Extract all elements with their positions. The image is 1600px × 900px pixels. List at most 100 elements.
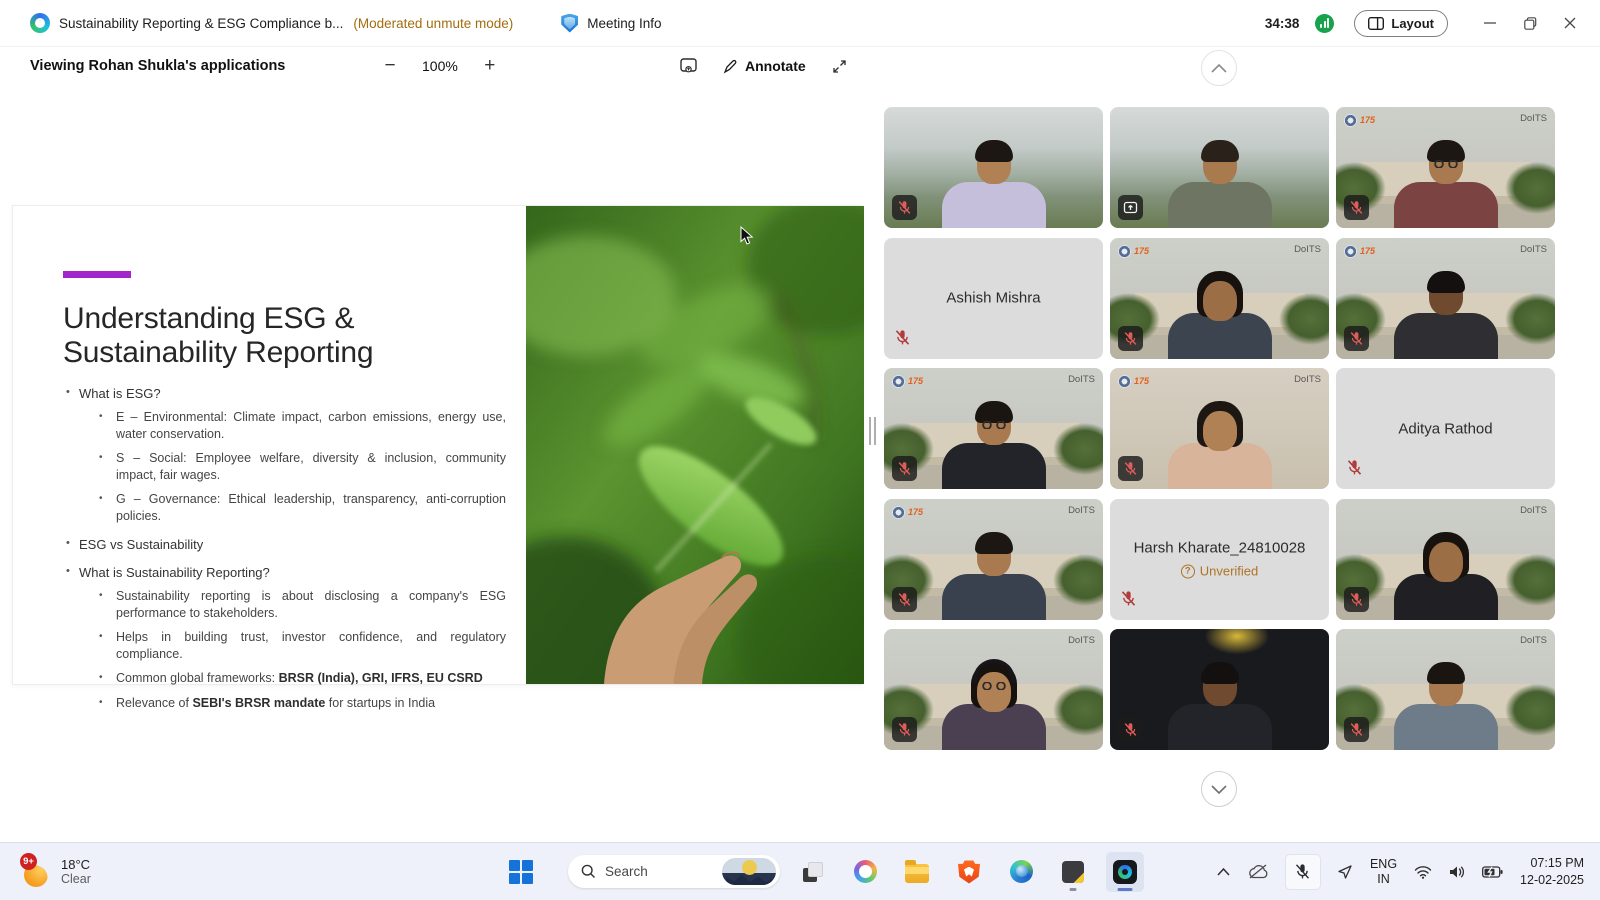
screen-share-indicator xyxy=(1118,195,1143,220)
start-button[interactable] xyxy=(502,852,540,892)
participant-video xyxy=(1381,275,1511,359)
participant-tile[interactable]: Harsh Kharate_24810028?Unverified xyxy=(1110,499,1329,620)
iit-roorkee-logo: 175 xyxy=(892,505,923,520)
windows-taskbar: 9+ 18°C Clear Search xyxy=(0,842,1600,900)
meeting-title: Sustainability Reporting & ESG Complianc… xyxy=(59,16,343,31)
participant-tile[interactable]: DoITS xyxy=(1336,629,1555,750)
language-indicator[interactable]: ENG IN xyxy=(1370,857,1397,887)
zoom-out-button[interactable]: − xyxy=(380,55,400,77)
maximize-restore-button[interactable] xyxy=(1514,8,1546,38)
weather-condition: Clear xyxy=(61,872,91,887)
time: 07:15 PM xyxy=(1520,855,1584,872)
participant-tile[interactable]: Ashish Mishra xyxy=(884,238,1103,359)
slide-bullet: What is ESG? xyxy=(79,386,518,401)
participant-tile[interactable]: Aditya Rathod xyxy=(1336,368,1555,489)
zoom-in-button[interactable]: + xyxy=(480,55,500,77)
participant-tile[interactable] xyxy=(884,107,1103,228)
task-view-icon xyxy=(803,862,823,882)
layout-button[interactable]: Layout xyxy=(1354,10,1448,37)
mic-muted-indicator xyxy=(1118,326,1143,351)
minimize-button[interactable] xyxy=(1474,8,1506,38)
participant-video xyxy=(929,666,1059,750)
notes-app-button[interactable] xyxy=(1054,852,1092,892)
viewing-label: Viewing Rohan Shukla's applications xyxy=(30,58,285,74)
annotate-button[interactable]: Annotate xyxy=(723,58,806,74)
scroll-participants-down-button[interactable] xyxy=(1201,771,1237,807)
iit-roorkee-logo: 175 xyxy=(1118,244,1149,259)
mic-muted-indicator xyxy=(1344,195,1369,220)
close-button[interactable] xyxy=(1554,8,1586,38)
battery-icon[interactable] xyxy=(1482,866,1503,878)
participant-video xyxy=(929,144,1059,228)
volume-icon[interactable] xyxy=(1449,865,1465,879)
share-control-bar: Viewing Rohan Shukla's applications − 10… xyxy=(0,48,1600,84)
doits-watermark: DoITS xyxy=(1068,505,1095,516)
doits-watermark: DoITS xyxy=(1068,374,1095,385)
copilot-icon xyxy=(854,860,877,883)
connection-quality-icon[interactable] xyxy=(1315,14,1334,33)
participant-tile[interactable] xyxy=(1110,107,1329,228)
webex-app-button[interactable] xyxy=(1106,852,1144,892)
participant-tile[interactable]: DoITS xyxy=(884,629,1103,750)
pen-icon xyxy=(723,59,738,74)
onedrive-icon[interactable] xyxy=(1247,864,1269,879)
search-box[interactable]: Search xyxy=(568,855,780,888)
weather-widget[interactable]: 9+ 18°C Clear xyxy=(22,857,202,887)
participant-tile[interactable]: 175DoITS xyxy=(1110,238,1329,359)
question-icon: ? xyxy=(1181,564,1195,578)
weather-temperature: 18°C xyxy=(61,857,91,872)
iit-roorkee-logo: 175 xyxy=(1344,244,1375,259)
wifi-icon[interactable] xyxy=(1414,865,1432,879)
layout-grid-icon xyxy=(1368,17,1384,30)
meeting-info-button[interactable]: Meeting Info xyxy=(587,16,661,31)
slide-bullet: Sustainability reporting is about disclo… xyxy=(116,588,506,621)
iit-roorkee-logo: 175 xyxy=(1344,113,1375,128)
slide-bullet: Helps in building trust, investor confid… xyxy=(116,629,506,662)
mic-muted-indicator xyxy=(1118,717,1143,742)
location-icon[interactable] xyxy=(1337,864,1353,880)
task-view-button[interactable] xyxy=(794,852,832,892)
scroll-participants-up-button[interactable] xyxy=(1201,50,1237,86)
brave-browser-button[interactable] xyxy=(950,852,988,892)
webex-app-icon xyxy=(1113,860,1137,884)
participant-tile[interactable]: 175DoITS xyxy=(1336,238,1555,359)
date: 12-02-2025 xyxy=(1520,872,1584,889)
copilot-button[interactable] xyxy=(846,852,884,892)
slide-title: Understanding ESG & Sustainability Repor… xyxy=(63,302,518,370)
participant-video xyxy=(1381,666,1511,750)
participant-tile[interactable]: DoITS xyxy=(1336,499,1555,620)
participant-name: Ashish Mishra xyxy=(884,290,1103,307)
mic-muted-indicator xyxy=(1344,326,1369,351)
windows-logo-icon xyxy=(509,860,533,884)
slide-bullet: ESG vs Sustainability xyxy=(79,537,518,552)
participant-tile[interactable] xyxy=(1110,629,1329,750)
iit-roorkee-logo: 175 xyxy=(892,374,923,389)
participant-video xyxy=(1381,536,1511,620)
share-view-icon[interactable] xyxy=(680,58,697,74)
tray-show-hidden-icons[interactable] xyxy=(1217,868,1230,876)
clock[interactable]: 07:15 PM 12-02-2025 xyxy=(1520,855,1584,889)
expand-share-icon[interactable] xyxy=(832,59,847,74)
slide-accent-bar xyxy=(63,271,131,278)
participant-tile[interactable]: 175 DoITS xyxy=(884,499,1103,620)
participant-name: Harsh Kharate_24810028?Unverified xyxy=(1110,540,1329,579)
search-icon xyxy=(581,864,596,879)
mic-muted-icon xyxy=(1294,863,1311,880)
mic-muted-indicator xyxy=(892,195,917,220)
edge-icon xyxy=(1010,860,1033,883)
meeting-timer: 34:38 xyxy=(1265,16,1300,31)
slide-bullet-list: What is ESG?E – Environmental: Climate i… xyxy=(63,386,518,711)
tray-mic-muted-button[interactable] xyxy=(1286,855,1320,889)
mic-muted-indicator xyxy=(1120,590,1137,612)
file-explorer-button[interactable] xyxy=(898,852,936,892)
panel-resize-handle[interactable] xyxy=(869,417,878,445)
edge-browser-button[interactable] xyxy=(1002,852,1040,892)
participant-tile[interactable]: 175 DoITS xyxy=(884,368,1103,489)
doits-watermark: DoITS xyxy=(1068,635,1095,646)
search-highlight-image xyxy=(722,858,776,885)
search-placeholder: Search xyxy=(605,864,722,879)
participant-tile[interactable]: 175DoITS xyxy=(1110,368,1329,489)
participant-video xyxy=(1155,275,1285,359)
leaf-photo xyxy=(526,206,864,684)
participant-tile[interactable]: 175DoITS xyxy=(1336,107,1555,228)
